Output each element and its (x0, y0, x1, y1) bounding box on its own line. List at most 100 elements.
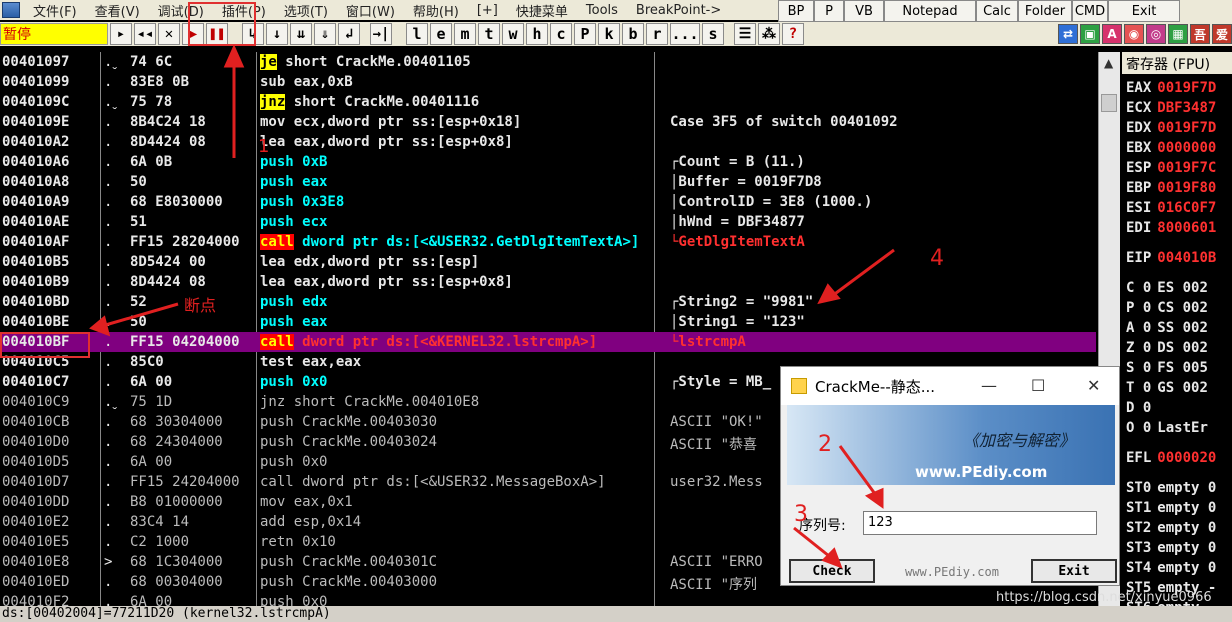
menu-item[interactable]: 选项(T) (275, 1, 337, 20)
menu-item[interactable]: [+] (468, 3, 507, 18)
toolbar-icon[interactable]: ⇓ (314, 23, 336, 45)
register-row[interactable]: S 0 FS 005 (1126, 360, 1208, 376)
plugin-color-icon[interactable]: ◉ (1124, 24, 1144, 44)
toolbar-icon[interactable]: ◂◂ (134, 23, 156, 45)
annotation-number-2: 2 (818, 432, 832, 457)
register-row[interactable]: EBP 0019F80 (1126, 180, 1216, 196)
plugin-button[interactable]: P (814, 0, 844, 22)
window-button[interactable]: m (454, 23, 476, 45)
disasm-row[interactable]: 0040109E. 8B4C24 18 mov ecx,dword ptr ss:[… (0, 112, 1096, 132)
toolbar-extra-icon[interactable]: ? (782, 23, 804, 45)
register-row[interactable]: P 0 CS 002 (1126, 300, 1208, 316)
menu-item[interactable]: 快捷菜单 (507, 1, 577, 20)
instruction-operands: push edx (260, 294, 328, 310)
disasm-row[interactable]: 004010BF. FF15 04204000 call dword ptr ds:… (0, 332, 1096, 352)
register-row[interactable]: ST0 empty 0 (1126, 480, 1216, 496)
menu-item[interactable]: 文件(F) (24, 1, 86, 20)
disasm-row[interactable]: 004010B9. 8D4424 08 lea eax,dword ptr ss:[… (0, 272, 1096, 292)
menu-item[interactable]: 帮助(H) (404, 1, 468, 20)
window-button[interactable]: s (702, 23, 724, 45)
window-button[interactable]: r (646, 23, 668, 45)
plugin-button[interactable]: BP (778, 0, 814, 22)
register-row[interactable]: Z 0 DS 002 (1126, 340, 1208, 356)
register-row[interactable]: ST4 empty 0 (1126, 560, 1216, 576)
menu-item[interactable]: 查看(V) (86, 1, 149, 20)
exit-button[interactable]: Exit (1031, 559, 1117, 583)
registers-pane[interactable]: 寄存器 (FPU) EAX 0019F7D ECX DBF3487 EDX 0019F7D… (1122, 52, 1232, 607)
toolbar-icon[interactable]: ↓ (266, 23, 288, 45)
serial-input[interactable]: 123 (863, 511, 1097, 535)
disasm-row[interactable]: 004010BD. 52 push edx ┌String2 = "9981" (0, 292, 1096, 312)
window-button[interactable]: k (598, 23, 620, 45)
window-button[interactable]: h (526, 23, 548, 45)
toolbar-icon[interactable]: ↲ (338, 23, 360, 45)
register-row[interactable]: EFL 0000020 (1126, 450, 1216, 466)
register-row[interactable]: EAX 0019F7D (1126, 80, 1216, 96)
disasm-row[interactable]: 004010A6. 6A 0B push 0xB ┌Count = B (11.) (0, 152, 1096, 172)
plugin-button[interactable]: CMD (1072, 0, 1108, 22)
plugin-color-icon[interactable]: 吾 (1190, 24, 1210, 44)
window-button[interactable]: t (478, 23, 500, 45)
window-button[interactable]: P (574, 23, 596, 45)
plugin-color-icon[interactable]: ▣ (1080, 24, 1100, 44)
plugin-button[interactable]: Calc (976, 0, 1018, 22)
toolbar-icon[interactable]: ✕ (158, 23, 180, 45)
plugin-color-icon[interactable]: ◎ (1146, 24, 1166, 44)
register-row[interactable]: ST2 empty 0 (1126, 520, 1216, 536)
window-button[interactable]: l (406, 23, 428, 45)
register-row[interactable]: EDI 8000601 (1126, 220, 1216, 236)
toolbar-extra-icon[interactable]: ☰ (734, 23, 756, 45)
disasm-row[interactable]: 004010A9. 68 E8030000 push 0x3E8 │ControlID… (0, 192, 1096, 212)
register-row[interactable]: ST3 empty 0 (1126, 540, 1216, 556)
register-row[interactable]: EIP 004010B (1126, 250, 1216, 266)
menu-item[interactable]: 窗口(W) (337, 1, 404, 20)
register-row[interactable]: T 0 GS 002 (1126, 380, 1208, 396)
plugin-color-icon[interactable]: ⇄ (1058, 24, 1078, 44)
menu-item[interactable]: Tools (577, 3, 627, 18)
register-row[interactable]: EDX 0019F7D (1126, 120, 1216, 136)
window-button[interactable]: b (622, 23, 644, 45)
register-value: SS 002 (1157, 320, 1208, 336)
register-row[interactable]: ESP 0019F7C (1126, 160, 1216, 176)
window-button[interactable]: w (502, 23, 524, 45)
menu-item[interactable]: BreakPoint-> (627, 3, 730, 18)
register-row[interactable]: ECX DBF3487 (1126, 100, 1216, 116)
register-row[interactable]: C 0 ES 002 (1126, 280, 1208, 296)
window-button[interactable]: ... (670, 23, 700, 45)
disasm-row[interactable]: 004010AE. 51 push ecx │hWnd = DBF34877 (0, 212, 1096, 232)
disasm-row[interactable]: 0040109C .ˬ 75 78 jnz short CrackMe.0040111… (0, 92, 1096, 112)
check-button[interactable]: Check (789, 559, 875, 583)
plugin-button[interactable]: Notepad (884, 0, 976, 22)
plugin-button[interactable]: Folder (1018, 0, 1072, 22)
register-row[interactable]: O 0 LastEr (1126, 420, 1208, 436)
plugin-color-icon[interactable]: ▦ (1168, 24, 1188, 44)
toolbar-icon[interactable]: →| (370, 23, 392, 45)
window-button[interactable]: c (550, 23, 572, 45)
plugin-color-icon[interactable]: A (1102, 24, 1122, 44)
toolbar-icon[interactable]: ▸ (110, 23, 132, 45)
disasm-row[interactable]: 004010BE. 50 push eax │String1 = "123" (0, 312, 1096, 332)
register-row[interactable]: ESI 016C0F7 (1126, 200, 1216, 216)
toolbar-extra-icon[interactable]: ⁂ (758, 23, 780, 45)
disasm-row[interactable]: 00401099. 83E8 0B sub eax,0xB (0, 72, 1096, 92)
window-button[interactable]: e (430, 23, 452, 45)
minimize-icon[interactable]: — (981, 376, 997, 395)
scroll-thumb[interactable] (1101, 94, 1117, 112)
row-hex: FF15 04204000 (130, 334, 240, 350)
plugin-button[interactable]: VB (844, 0, 884, 22)
register-row[interactable]: A 0 SS 002 (1126, 320, 1208, 336)
register-row[interactable]: ST1 empty 0 (1126, 500, 1216, 516)
close-icon[interactable]: ✕ (1087, 376, 1100, 395)
disasm-row[interactable]: 004010A2. 8D4424 08 lea eax,dword ptr ss:[… (0, 132, 1096, 152)
row-comment: ┌Count = B (11.) (670, 154, 805, 170)
disasm-row[interactable]: 00401097 .ˬ 74 6C je short CrackMe.00401105 (0, 52, 1096, 72)
scroll-up-arrow-icon[interactable]: ▲ (1104, 56, 1113, 70)
plugin-color-icon[interactable]: 爱 (1212, 24, 1232, 44)
maximize-icon[interactable]: ☐ (1031, 376, 1045, 395)
register-value: FS 005 (1157, 360, 1208, 376)
register-row[interactable]: D 0 (1126, 400, 1157, 416)
disasm-row[interactable]: 004010A8. 50 push eax │Buffer = 0019F7D8 (0, 172, 1096, 192)
plugin-button[interactable]: Exit (1108, 0, 1180, 22)
register-row[interactable]: EBX 0000000 (1126, 140, 1216, 156)
toolbar-icon[interactable]: ⇊ (290, 23, 312, 45)
